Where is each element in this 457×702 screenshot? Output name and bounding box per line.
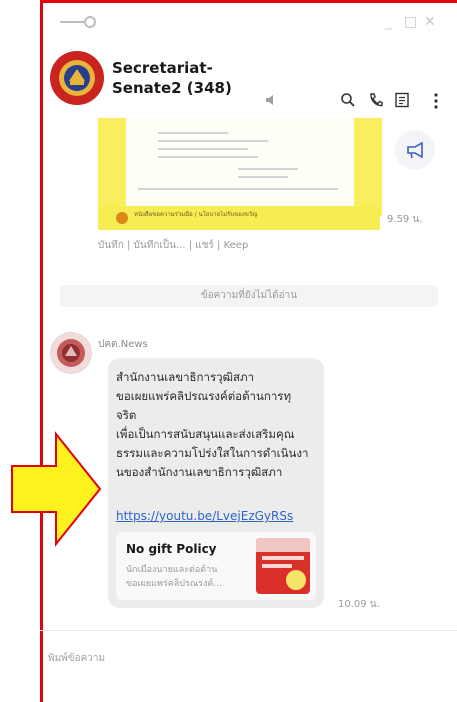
unread-divider: ข้อความที่ยังไม่ได้อ่าน xyxy=(60,285,438,307)
search-icon[interactable] xyxy=(340,92,356,108)
senate-emblem-icon xyxy=(51,52,103,104)
message-text: สำนักงานเลขาธิการวุฒิสภา ขอเผยแพร่คลิปรณ… xyxy=(116,370,309,479)
group-avatar[interactable] xyxy=(50,51,104,105)
minimize-button[interactable]: _ xyxy=(385,14,392,30)
annotation-frame-top xyxy=(40,0,457,3)
message-time: 10.09 น. xyxy=(338,599,380,610)
megaphone-icon xyxy=(407,141,423,159)
emblem-icon xyxy=(51,333,91,373)
info-icon xyxy=(116,212,128,224)
annotation-arrow-icon xyxy=(11,431,102,547)
youtube-link[interactable]: https://youtu.be/LvejEzGyRSs xyxy=(116,509,293,523)
banner-text: หนังสือขอความร่วมมือ / นโยบายไม่รับของขว… xyxy=(134,211,258,218)
phone-icon[interactable] xyxy=(368,92,384,108)
composer-divider xyxy=(40,630,457,631)
post-actions[interactable]: บันทึก | บันทึกเป็น... | แชร์ | Keep xyxy=(98,238,248,253)
mute-icon[interactable] xyxy=(264,93,278,107)
message-input[interactable]: พิมพ์ข้อความ xyxy=(48,651,105,666)
close-button[interactable]: ✕ xyxy=(424,14,436,30)
post-time: 9.59 น. xyxy=(387,214,423,225)
link-preview-card[interactable]: No gift Policy นักเมืองนายและต่อต้าน ขอเ… xyxy=(116,532,316,600)
chat-title: Secretariat- Senate2 (348) xyxy=(112,59,232,97)
shared-document-thumbnail[interactable] xyxy=(98,118,382,216)
more-options-icon[interactable] xyxy=(432,92,440,110)
announcement-button[interactable] xyxy=(395,130,435,170)
maximize-button[interactable]: □ xyxy=(404,14,417,30)
sender-name: ปคต.News xyxy=(98,339,148,350)
shared-document-banner[interactable]: หนังสือขอความร่วมมือ / นโยบายไม่รับของขว… xyxy=(98,206,380,230)
card-thumbnail xyxy=(256,538,310,594)
pin-icon[interactable] xyxy=(60,12,100,32)
card-title: No gift Policy xyxy=(126,542,217,556)
notes-icon[interactable] xyxy=(394,92,410,108)
annotation-frame-left xyxy=(40,0,43,702)
card-subtitle-2: ขอเผยแพร่คลิปรณรงค์... xyxy=(126,579,223,589)
sender-avatar[interactable] xyxy=(50,332,92,374)
card-subtitle: นักเมืองนายและต่อต้าน xyxy=(126,565,218,575)
